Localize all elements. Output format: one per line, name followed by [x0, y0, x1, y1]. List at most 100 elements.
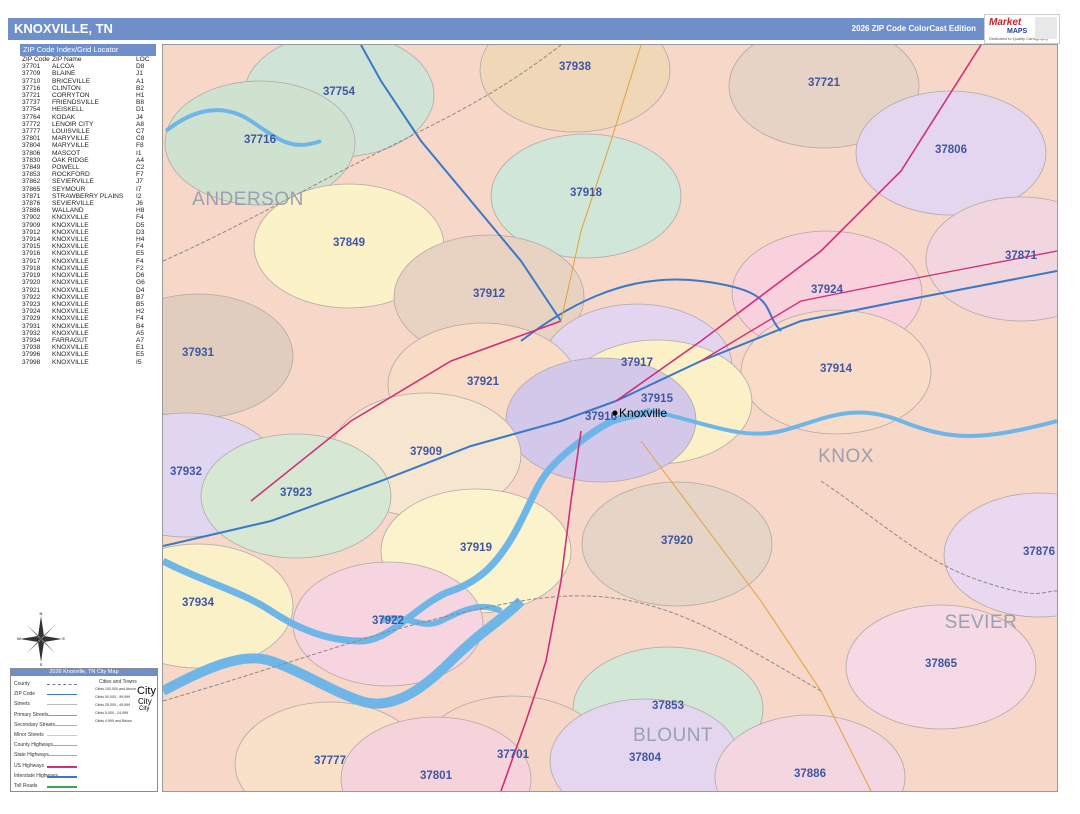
zip-name-cell: LENOIR CITY [52, 120, 94, 128]
zip-code-cell: 37919 [22, 272, 41, 280]
zip-label-37909: 37909 [410, 446, 442, 458]
loc-cell: I7 [136, 185, 142, 193]
zip-name-cell: SEYMOUR [52, 185, 86, 193]
zip-index-row: 37919 KNOXVILLE D6 [20, 272, 156, 279]
compass-w: W [17, 636, 21, 641]
loc-cell: F2 [136, 264, 144, 272]
zip-area-37938[interactable] [479, 45, 671, 133]
zip-name-cell: KNOXVILLE [52, 250, 89, 258]
zip-name-cell: FRIENDSVILLE [52, 99, 99, 107]
zip-label-37886: 37886 [794, 768, 826, 780]
zip-index-row: 37929 KNOXVILLE F4 [20, 315, 156, 322]
loc-cell: H8 [136, 207, 145, 215]
legend-city-size: Cities 100,000 and Above [95, 687, 136, 691]
zip-code-cell: 37777 [22, 128, 41, 136]
zip-index-row: 37801 MARYVILLE C8 [20, 135, 156, 142]
legend-item: Minor Streets [14, 732, 44, 738]
legend-line-swatch [47, 755, 77, 757]
loc-cell: J6 [136, 200, 143, 208]
loc-cell: D6 [136, 272, 145, 280]
legend-city-size: Cities 5,000 - 24,999 [95, 711, 129, 715]
zip-name-cell: ALCOA [52, 63, 75, 71]
zip-index-row: 37996 KNOXVILLE E5 [20, 351, 156, 358]
legend-line-swatch [47, 714, 77, 716]
zip-code-cell: 37853 [22, 171, 41, 179]
zip-code-cell: 37804 [22, 142, 41, 150]
zip-label-37924: 37924 [811, 284, 844, 296]
legend-line-swatch [47, 735, 77, 736]
zip-code-cell: 37912 [22, 228, 41, 236]
zip-name-cell: STRAWBERRY PLAINS [52, 192, 124, 200]
zip-label-37804: 37804 [629, 752, 662, 764]
legend-city-medium: City [138, 697, 152, 706]
zip-index-row: 37924 KNOXVILLE H2 [20, 308, 156, 315]
zip-index-row: 37830 OAK RIDGE A4 [20, 157, 156, 164]
zip-name-cell: KNOXVILLE [52, 351, 89, 359]
zip-name-cell: MARYVILLE [52, 135, 89, 143]
city-marker-icon [612, 410, 618, 416]
zip-index-row: 37914 KNOXVILLE H4 [20, 236, 156, 243]
zip-name-cell: KODAK [52, 113, 76, 121]
zip-code-cell: 37996 [22, 351, 41, 359]
zip-label-37871: 37871 [1005, 250, 1038, 262]
zip-label-37919: 37919 [460, 542, 492, 554]
compass-rose-icon: N S E W [17, 612, 65, 666]
zip-index-row: 37701 ALCOA D8 [20, 63, 156, 70]
zip-area-37871[interactable] [925, 196, 1057, 322]
loc-cell: E5 [136, 351, 145, 359]
zip-label-37716: 37716 [244, 134, 276, 146]
zip-index-row: 37998 KNOXVILLE I5 [20, 359, 156, 366]
loc-cell: J4 [136, 113, 143, 121]
zip-label-37806: 37806 [935, 144, 967, 156]
legend-title: 2026 Knoxville, TN City Map [11, 669, 157, 676]
col-zip-name: ZIP Name [52, 56, 82, 63]
zip-code-cell: 37938 [22, 344, 41, 352]
zip-label-37914: 37914 [820, 363, 853, 375]
zip-code-cell: 37934 [22, 336, 41, 344]
zip-index-row: 37922 KNOXVILLE B7 [20, 294, 156, 301]
zip-name-cell: FARRAGUT [52, 336, 88, 344]
zip-index-row: 37865 SEYMOUR I7 [20, 186, 156, 193]
zip-index-row: 37938 KNOXVILLE E1 [20, 344, 156, 351]
map-area[interactable]: 37938 37754 37721 37716 37806 37918 37849 37871… [162, 44, 1058, 792]
zip-name-cell: KNOXVILLE [52, 272, 89, 280]
zip-code-cell: 37764 [22, 113, 41, 121]
zip-name-cell: WALLAND [52, 207, 84, 215]
zip-name-cell: KNOXVILLE [52, 221, 89, 229]
zip-index-table: ZIP Code ZIP Name LOC 37701 ALCOA D8 37709 B… [20, 56, 156, 366]
zip-index-row: 37764 KODAK J4 [20, 114, 156, 121]
map-canvas[interactable]: 37938 37754 37721 37716 37806 37918 37849 37871… [163, 45, 1057, 791]
legend-line-swatch [47, 786, 77, 788]
zip-index-row: 37777 LOUISVILLE C7 [20, 128, 156, 135]
zip-name-cell: KNOXVILLE [52, 279, 89, 287]
loc-cell: A5 [136, 329, 145, 337]
zip-index-row: 37806 MASCOT I1 [20, 150, 156, 157]
zip-code-cell: 37924 [22, 308, 41, 316]
zip-code-cell: 37830 [22, 156, 41, 164]
zip-name-cell: LOUISVILLE [52, 128, 90, 136]
logo-main-text: MAPS [1007, 28, 1028, 35]
zip-index-row: 37876 SEVIERVILLE J6 [20, 200, 156, 207]
zip-label-37934: 37934 [182, 597, 215, 609]
legend-item: Streets [14, 701, 30, 708]
zip-code-cell: 37849 [22, 164, 41, 172]
loc-cell: E5 [136, 250, 145, 258]
county-label-anderson: ANDERSON [192, 189, 304, 210]
zip-code-cell: 37998 [22, 358, 41, 366]
zip-code-cell: 37918 [22, 264, 41, 272]
zip-code-cell: 37916 [22, 250, 41, 258]
loc-cell: C8 [136, 135, 145, 143]
zip-index-row: 37921 KNOXVILLE D4 [20, 287, 156, 294]
legend-city-size: Cities 50,000 - 99,999 [95, 695, 131, 699]
loc-cell: F4 [136, 214, 144, 222]
zip-name-cell: KNOXVILLE [52, 300, 89, 308]
zip-index-row: 37915 KNOXVILLE F4 [20, 243, 156, 250]
legend-line-swatch [47, 704, 77, 706]
zip-label-37932: 37932 [170, 466, 202, 478]
loc-cell: A1 [136, 77, 145, 85]
zip-index-row: 37772 LENOIR CITY A8 [20, 121, 156, 128]
zip-index-header-row: ZIP Code ZIP Name LOC [20, 56, 156, 63]
legend-cities-title: Cities and Towns [99, 679, 137, 685]
zip-index-row: 37909 KNOXVILLE D5 [20, 222, 156, 229]
loc-cell: F4 [136, 257, 144, 265]
